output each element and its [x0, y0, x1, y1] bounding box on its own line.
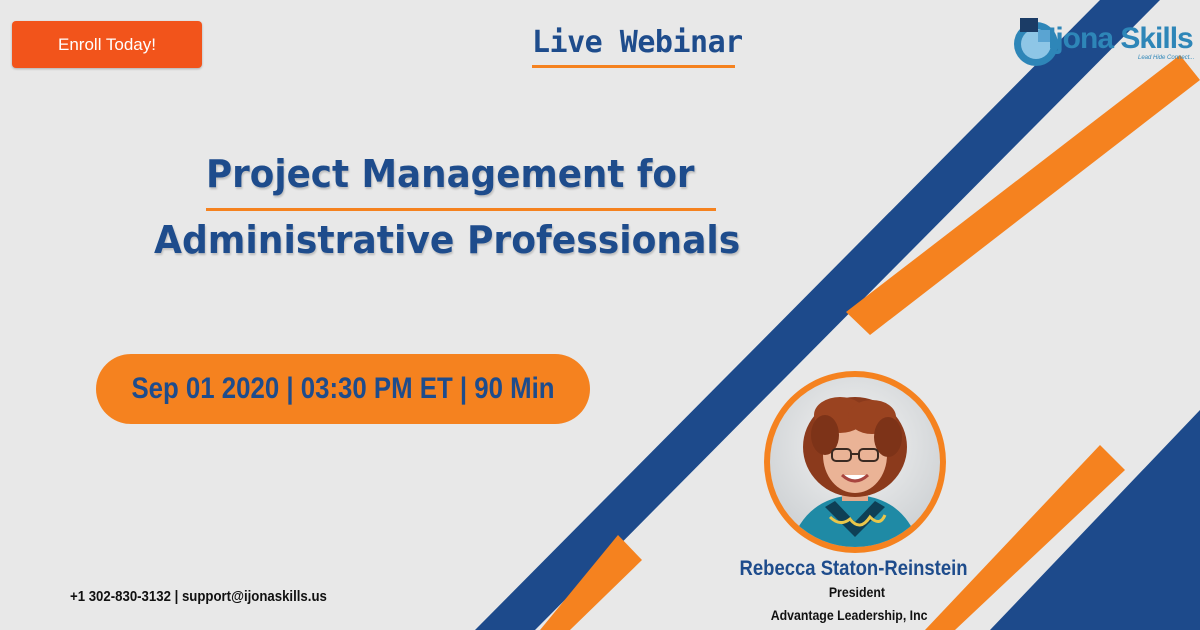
speaker-name: Rebecca Staton-Reinstein [739, 557, 968, 580]
speaker-role: President [828, 584, 886, 600]
title-underline [206, 208, 716, 211]
blue-stripe-corner [990, 410, 1200, 630]
speaker-portrait-icon [770, 377, 940, 547]
webinar-title-line1: Project Management for [206, 152, 695, 196]
schedule-text: Sep 01 2020 | 03:30 PM ET | 90 Min [131, 372, 555, 405]
live-webinar-heading: Live Webinar [532, 25, 743, 60]
webinar-title-line2: Administrative Professionals [154, 218, 741, 262]
schedule-badge: Sep 01 2020 | 03:30 PM ET | 90 Min [96, 354, 590, 424]
background-stripes [475, 0, 1200, 630]
speaker-photo [764, 371, 946, 553]
contact-info: +1 302-830-3132 | support@ijonaskills.us [70, 588, 327, 605]
logo-tagline: Lead Hide Connect... [1138, 55, 1195, 61]
logo-wordmark: Ijona Skills [1048, 22, 1194, 55]
live-webinar-underline [532, 65, 735, 68]
enroll-today-button[interactable]: Enroll Today! [12, 21, 202, 68]
speaker-organization: Advantage Leadership, Inc [770, 607, 928, 623]
